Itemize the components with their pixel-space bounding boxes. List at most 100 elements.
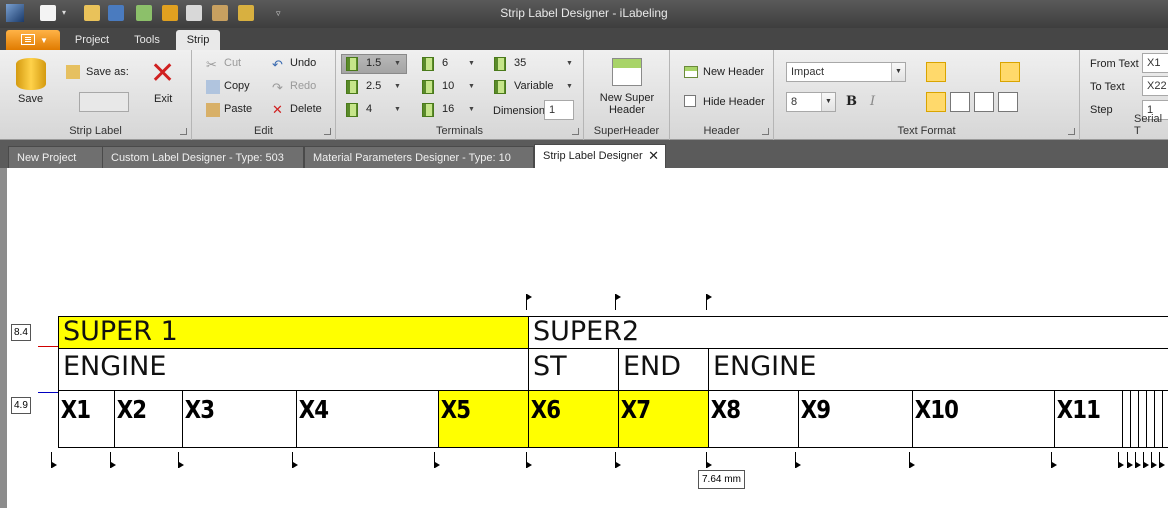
- valign-top-icon[interactable]: [1000, 62, 1020, 82]
- doc-tab-material-parameters[interactable]: Material Parameters Designer - Type: 10: [304, 146, 534, 168]
- chevron-down-icon[interactable]: ▼: [394, 83, 401, 90]
- terminal-marker[interactable]: [178, 452, 184, 468]
- application-menu-button[interactable]: ▼: [6, 30, 60, 50]
- terminal-marker[interactable]: [1051, 452, 1057, 468]
- cut-button[interactable]: Cut: [224, 57, 241, 69]
- terminal-marker[interactable]: [1127, 452, 1133, 468]
- terminal-marker[interactable]: [706, 452, 712, 468]
- header-cell[interactable]: END: [618, 348, 709, 391]
- terminal-marker[interactable]: [1143, 452, 1149, 468]
- terminal-marker[interactable]: [526, 452, 532, 468]
- terminal-cell[interactable]: X10: [912, 390, 1055, 448]
- save-as-field[interactable]: [79, 92, 129, 112]
- text-rotate-180-icon[interactable]: [974, 92, 994, 112]
- tab-project[interactable]: Project: [64, 30, 120, 50]
- group-launcher-icon[interactable]: [324, 128, 331, 135]
- chevron-down-icon[interactable]: ▼: [394, 106, 401, 113]
- text-horizontal-icon[interactable]: [926, 92, 946, 112]
- terminal-marker[interactable]: [434, 452, 440, 468]
- text-rotate-270-icon[interactable]: [998, 92, 1018, 112]
- terminal-cell[interactable]: X1: [58, 390, 115, 448]
- copy-button[interactable]: Copy: [224, 80, 250, 92]
- paste-button[interactable]: Paste: [224, 103, 252, 115]
- to-text-input[interactable]: X22: [1142, 76, 1168, 96]
- terminal-marker[interactable]: [110, 452, 116, 468]
- valign-bottom-icon[interactable]: [1048, 62, 1068, 82]
- tab-tools[interactable]: Tools: [122, 30, 172, 50]
- row-height-terminal[interactable]: 4.9: [11, 397, 31, 414]
- delete-button[interactable]: Delete: [290, 103, 322, 115]
- save-as-label[interactable]: Save as:: [86, 66, 129, 78]
- group-launcher-icon[interactable]: [180, 128, 187, 135]
- chevron-down-icon[interactable]: ▼: [891, 63, 905, 81]
- row-height-super[interactable]: 8.4: [11, 324, 31, 341]
- terminal-2-5-button[interactable]: 2.5: [366, 80, 381, 92]
- align-left-icon[interactable]: [926, 62, 946, 82]
- chevron-down-icon[interactable]: ▼: [468, 60, 475, 67]
- terminal-marker[interactable]: [909, 452, 915, 468]
- doc-tab-strip-label-designer[interactable]: Strip Label Designer ✕: [534, 144, 666, 168]
- terminal-marker[interactable]: [1151, 452, 1157, 468]
- terminal-6-button[interactable]: 6: [442, 57, 448, 69]
- redo-button[interactable]: Redo: [290, 80, 316, 92]
- dimension-input[interactable]: 1: [544, 100, 574, 120]
- text-rotate-90-icon[interactable]: [950, 92, 970, 112]
- italic-button[interactable]: I: [870, 94, 875, 109]
- terminal-cell[interactable]: X11: [1054, 390, 1123, 448]
- from-text-input[interactable]: X1: [1142, 53, 1168, 73]
- undo-button[interactable]: Undo: [290, 57, 316, 69]
- terminal-4-button[interactable]: 4: [366, 103, 372, 115]
- terminal-marker[interactable]: [795, 452, 801, 468]
- terminal-cell[interactable]: X6: [528, 390, 619, 448]
- terminal-35-button[interactable]: 35: [514, 57, 526, 69]
- terminal-16-button[interactable]: 16: [442, 103, 454, 115]
- align-right-icon[interactable]: [974, 62, 994, 82]
- header-cell[interactable]: ENGINE: [58, 348, 529, 391]
- header-cell[interactable]: ENGINE: [708, 348, 1168, 391]
- terminal-marker[interactable]: [1135, 452, 1141, 468]
- chevron-down-icon[interactable]: ▼: [566, 83, 573, 90]
- column-marker[interactable]: [706, 294, 712, 310]
- font-size-select[interactable]: 8 ▼: [786, 92, 836, 112]
- group-launcher-icon[interactable]: [762, 128, 769, 135]
- chevron-down-icon[interactable]: ▼: [821, 93, 835, 111]
- chevron-down-icon[interactable]: ▼: [566, 60, 573, 67]
- terminal-cell[interactable]: X9: [798, 390, 913, 448]
- new-header-button[interactable]: New Header: [703, 66, 764, 78]
- valign-middle-icon[interactable]: [1024, 62, 1044, 82]
- close-icon[interactable]: ✕: [648, 148, 659, 164]
- exit-button[interactable]: Exit: [154, 93, 172, 105]
- chevron-down-icon[interactable]: ▼: [394, 60, 401, 67]
- align-center-icon[interactable]: [950, 62, 970, 82]
- terminal-cell[interactable]: X2: [114, 390, 183, 448]
- bold-button[interactable]: B: [846, 94, 857, 109]
- column-marker[interactable]: [526, 294, 532, 310]
- terminal-cell[interactable]: X3: [182, 390, 297, 448]
- terminal-marker[interactable]: [51, 452, 57, 468]
- doc-tab-custom-label-designer[interactable]: Custom Label Designer - Type: 503: [102, 146, 304, 168]
- group-launcher-icon[interactable]: [1068, 128, 1075, 135]
- terminal-marker[interactable]: [292, 452, 298, 468]
- hide-header-label[interactable]: Hide Header: [703, 96, 765, 108]
- group-launcher-icon[interactable]: [572, 128, 579, 135]
- column-marker[interactable]: [615, 294, 621, 310]
- chevron-down-icon[interactable]: ▼: [468, 83, 475, 90]
- super-header-cell[interactable]: SUPER 1: [58, 316, 529, 349]
- hide-header-checkbox[interactable]: [684, 95, 696, 107]
- chevron-down-icon[interactable]: ▼: [468, 106, 475, 113]
- tab-strip[interactable]: Strip: [176, 30, 220, 50]
- save-button[interactable]: Save: [18, 93, 43, 105]
- terminal-marker[interactable]: [615, 452, 621, 468]
- font-family-select[interactable]: Impact ▼: [786, 62, 906, 82]
- terminal-marker[interactable]: [1159, 452, 1165, 468]
- terminal-cell[interactable]: X5: [438, 390, 529, 448]
- terminal-cell[interactable]: X8: [708, 390, 799, 448]
- terminal-cell[interactable]: [1162, 390, 1168, 448]
- terminal-10-button[interactable]: 10: [442, 80, 454, 92]
- new-super-header-button[interactable]: New Super Header: [584, 92, 670, 116]
- super-header-cell[interactable]: SUPER2: [528, 316, 1168, 349]
- terminal-marker[interactable]: [1118, 452, 1124, 468]
- terminal-variable-button[interactable]: Variable: [514, 80, 554, 92]
- terminal-1-5-button[interactable]: 1.5: [366, 57, 381, 69]
- terminal-cell[interactable]: X7: [618, 390, 709, 448]
